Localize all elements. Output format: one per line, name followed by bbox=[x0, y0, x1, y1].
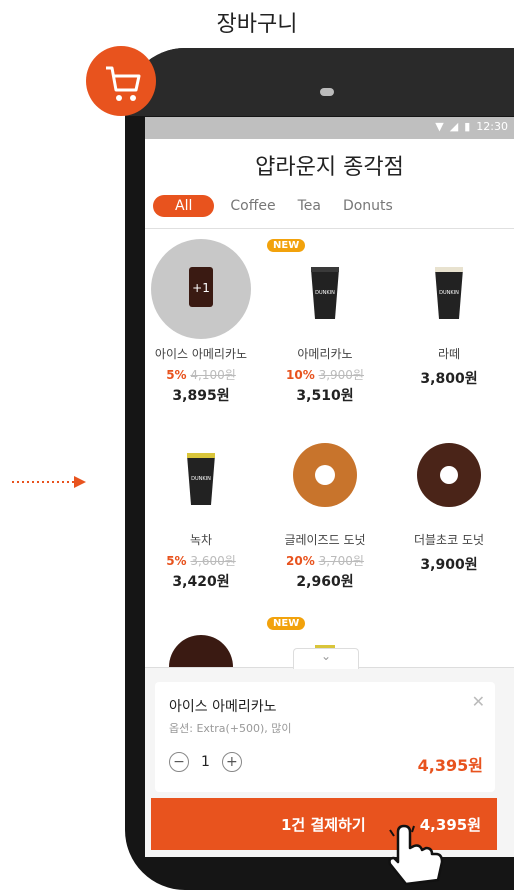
product-price: 3,510원 bbox=[296, 388, 354, 404]
cart-item-card: 아이스 아메리카노 옵션: Extra(+500), 많이 ✕ − 1 + 4,… bbox=[155, 682, 495, 792]
quantity-value: 1 bbox=[201, 754, 210, 770]
product-image: DUNKIN bbox=[399, 239, 499, 339]
cart-sheet: ⌄ 아이스 아메리카노 옵션: Extra(+500), 많이 ✕ − 1 + … bbox=[145, 648, 514, 857]
app-screen: ▼ ◢ ▮ 12:30 얍라운지 종각점 All Coffee Tea Donu… bbox=[145, 117, 514, 857]
product-card-green-tea[interactable]: DUNKIN 녹차 5% 3,600원 3,420원 bbox=[145, 425, 261, 591]
product-name: 녹차 bbox=[189, 533, 213, 547]
wifi-icon: ▼ bbox=[435, 120, 444, 133]
product-image: +1 bbox=[151, 239, 251, 339]
product-discount: 10% 3,900원 bbox=[265, 366, 385, 383]
discount-rate: 5% bbox=[166, 368, 187, 382]
pay-button-label: 1건 결제하기 bbox=[281, 816, 366, 834]
discount-rate: 5% bbox=[166, 554, 187, 568]
phone-bezel-top bbox=[125, 48, 514, 116]
caption: 장바구니 bbox=[216, 12, 298, 37]
product-card-latte[interactable]: DUNKIN 라떼 3,800원 bbox=[389, 239, 509, 388]
product-discount: 20% 3,700원 bbox=[265, 552, 385, 569]
svg-text:DUNKIN: DUNKIN bbox=[191, 476, 211, 482]
discount-rate: 20% bbox=[286, 554, 315, 568]
new-badge: NEW bbox=[267, 617, 306, 630]
product-name: 아메리카노 bbox=[297, 347, 353, 361]
chevron-down-icon[interactable]: ⌄ bbox=[293, 648, 359, 669]
product-price: 3,800원 bbox=[420, 371, 478, 387]
close-icon[interactable]: ✕ bbox=[472, 692, 485, 711]
product-card-double-choco-donut[interactable]: 더블초코 도넛 3,900원 bbox=[389, 425, 509, 574]
product-card-glazed-donut[interactable]: 글레이즈드 도넛 20% 3,700원 2,960원 bbox=[265, 425, 385, 591]
product-card-americano[interactable]: NEW DUNKIN 아메리카노 10% 3,900원 3,510원 bbox=[265, 239, 385, 405]
new-badge: NEW bbox=[267, 239, 306, 252]
status-bar: ▼ ◢ ▮ 12:30 bbox=[145, 117, 514, 139]
category-tabs: All Coffee Tea Donuts bbox=[153, 195, 399, 217]
product-image: DUNKIN bbox=[151, 425, 251, 525]
speaker bbox=[320, 88, 334, 96]
product-discount: 5% 4,100원 bbox=[145, 366, 261, 383]
increment-button[interactable]: + bbox=[221, 752, 242, 772]
selected-overlay: +1 bbox=[192, 281, 210, 295]
product-name: 라떼 bbox=[437, 347, 461, 361]
original-price: 3,600원 bbox=[190, 554, 236, 568]
product-price: 3,420원 bbox=[172, 574, 230, 590]
product-image bbox=[399, 425, 499, 525]
svg-text:DUNKIN: DUNKIN bbox=[439, 290, 459, 296]
tab-donuts[interactable]: Donuts bbox=[337, 195, 399, 217]
cart-item-options: 옵션: Extra(+500), 많이 bbox=[169, 722, 292, 735]
signal-icon: ◢ bbox=[449, 120, 459, 133]
store-title: 얍라운지 종각점 bbox=[255, 155, 404, 180]
product-price: 2,960원 bbox=[296, 574, 354, 590]
cart-item-name: 아이스 아메리카노 bbox=[169, 699, 277, 715]
decrement-button[interactable]: − bbox=[169, 752, 189, 772]
quantity-stepper: − 1 + bbox=[169, 752, 242, 772]
svg-text:DUNKIN: DUNKIN bbox=[315, 290, 335, 296]
battery-icon: ▮ bbox=[464, 120, 471, 133]
product-image: NEW DUNKIN bbox=[267, 239, 375, 339]
tab-tea[interactable]: Tea bbox=[292, 195, 327, 217]
hand-pointer-icon bbox=[388, 824, 444, 886]
product-name: 아이스 아메리카노 bbox=[154, 347, 248, 361]
product-card-iced-americano[interactable]: +1 아이스 아메리카노 5% 4,100원 3,895원 bbox=[145, 239, 261, 405]
product-image bbox=[275, 425, 375, 525]
divider bbox=[145, 228, 514, 229]
product-price: 3,900원 bbox=[420, 557, 478, 573]
cart-item-total: 4,395원 bbox=[417, 756, 483, 775]
status-time: 12:30 bbox=[476, 120, 508, 133]
product-discount: 5% 3,600원 bbox=[145, 552, 261, 569]
product-price: 3,895원 bbox=[172, 388, 230, 404]
discount-rate: 10% bbox=[286, 368, 315, 382]
product-name: 더블초코 도넛 bbox=[413, 533, 485, 547]
dotted-arrow-icon bbox=[12, 476, 86, 488]
original-price: 4,100원 bbox=[190, 368, 236, 382]
tab-all[interactable]: All bbox=[153, 195, 215, 217]
product-name: 글레이즈드 도넛 bbox=[284, 533, 366, 547]
tab-coffee[interactable]: Coffee bbox=[224, 195, 281, 217]
cart-icon bbox=[86, 46, 156, 116]
original-price: 3,700원 bbox=[318, 554, 364, 568]
original-price: 3,900원 bbox=[318, 368, 364, 382]
